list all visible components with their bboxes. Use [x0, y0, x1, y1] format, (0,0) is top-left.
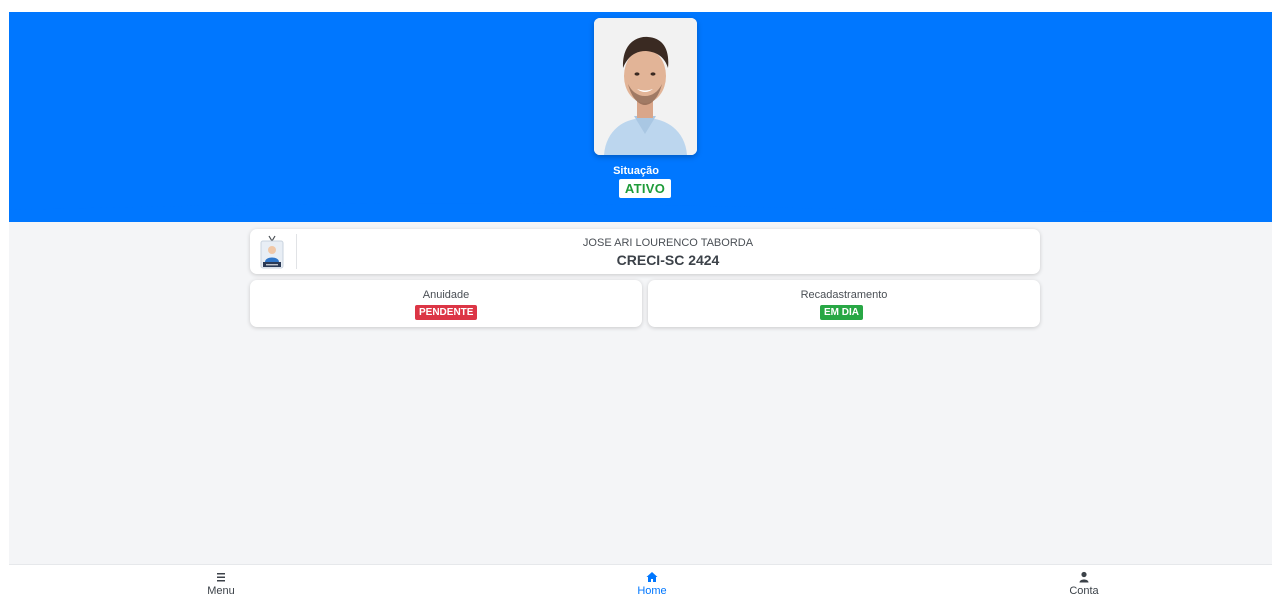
nav-home[interactable]: Home: [622, 570, 682, 597]
profile-photo: [594, 18, 697, 155]
nav-menu-label: Menu: [207, 585, 235, 597]
anuidade-label: Anuidade: [422, 289, 470, 301]
anuidade-card[interactable]: Anuidade PENDENTE: [250, 280, 642, 327]
app-viewport: Situação ATIVO JOSE ARI LOURENCO TABORDA…: [9, 12, 1272, 599]
nav-conta-label: Conta: [1069, 585, 1099, 597]
recadastramento-label: Recadastramento: [800, 289, 888, 301]
user-icon: [1079, 571, 1089, 583]
broker-id-card[interactable]: JOSE ARI LOURENCO TABORDA CRECI-SC 2424: [250, 229, 1040, 274]
situacao-status-badge: ATIVO: [619, 179, 671, 198]
recadastramento-status-badge: EM DIA: [820, 305, 863, 320]
anuidade-status-badge: PENDENTE: [415, 305, 478, 320]
recadastramento-card[interactable]: Recadastramento EM DIA: [648, 280, 1040, 327]
situacao-label: Situação: [613, 165, 659, 177]
nav-menu[interactable]: Menu: [191, 570, 251, 597]
broker-name: JOSE ARI LOURENCO TABORDA: [582, 237, 754, 249]
home-icon: [646, 572, 658, 582]
nav-conta[interactable]: Conta: [1054, 570, 1114, 597]
bottom-nav: Menu Home Conta: [9, 564, 1272, 599]
menu-icon: [217, 573, 225, 582]
id-badge-icon: [260, 235, 284, 269]
nav-home-label: Home: [637, 585, 667, 597]
header-wave: [9, 202, 1272, 212]
broker-creci-number: CRECI-SC 2424: [616, 252, 720, 268]
